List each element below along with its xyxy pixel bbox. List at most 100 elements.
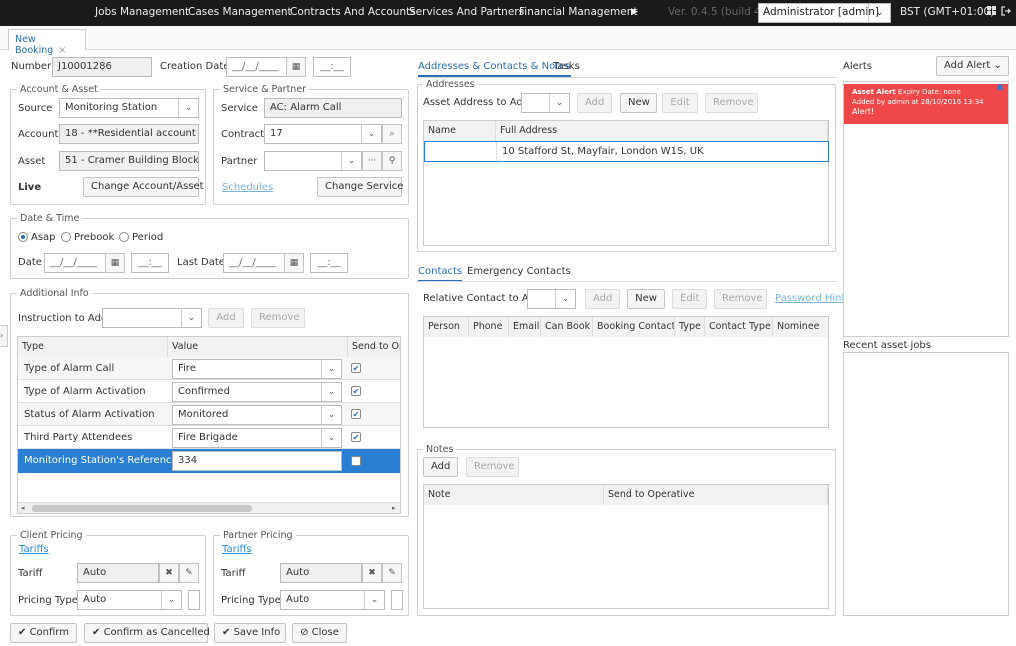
close-button[interactable]: ⊘ Close <box>292 623 347 643</box>
note-remove-button[interactable]: Remove <box>466 457 519 477</box>
table-row[interactable]: Type of Alarm Call Fire ⌄ ✔ <box>18 357 400 380</box>
client-pricing-extra-field[interactable] <box>188 590 200 610</box>
time-input[interactable]: __:__ <box>131 253 169 273</box>
user-select[interactable]: Administrator [admin] ⌄ <box>758 3 891 23</box>
save-info-button[interactable]: ✔ Save Info <box>214 623 286 643</box>
table-row[interactable]: Third Party Attendees Fire Brigade ⌄ ✔ <box>18 426 400 449</box>
close-icon[interactable]: × <box>58 45 66 56</box>
column-header-type: Type <box>675 317 705 337</box>
row-value-select[interactable]: Fire ⌄ <box>172 359 342 379</box>
horizontal-scrollbar[interactable]: ◂ ▸ <box>18 502 400 513</box>
contact-add-button[interactable]: Add <box>585 289 620 309</box>
asap-radio[interactable]: Asap <box>18 232 56 243</box>
address-add-button[interactable]: Add <box>577 93 612 113</box>
more-icon[interactable]: ··· <box>362 151 382 171</box>
contract-value: 17 <box>270 128 283 139</box>
last-date-input[interactable]: __/__/____ <box>223 253 285 273</box>
date-input[interactable]: __/__/____ <box>44 253 106 273</box>
pencil-icon[interactable]: ✎ <box>179 563 199 583</box>
partner-pricing-type-select[interactable]: Auto ⌄ <box>280 590 385 610</box>
partner-select[interactable]: ⌄ <box>264 151 362 171</box>
nav-cases-management[interactable]: Cases Management <box>188 6 292 18</box>
search-icon[interactable]: ⌕ <box>382 124 402 144</box>
confirm-cancelled-button[interactable]: ✔ Confirm as Cancelled <box>84 623 210 643</box>
nav-financial-management[interactable]: Financial Management <box>519 6 637 18</box>
row-value-select[interactable]: Confirmed ⌄ <box>172 382 342 402</box>
row-value-select[interactable]: Monitored ⌄ <box>172 405 342 425</box>
clear-icon[interactable]: ✖ <box>159 563 179 583</box>
source-value: Monitoring Station <box>65 102 158 113</box>
confirm-button[interactable]: ✔ Confirm <box>10 623 77 643</box>
instruction-remove-button[interactable]: Remove <box>251 308 305 328</box>
logout-icon[interactable] <box>1001 6 1011 19</box>
nav-services-and-partners[interactable]: Services And Partners <box>409 6 524 18</box>
client-tariffs-link[interactable]: Tariffs <box>19 544 49 555</box>
tab-emergency-contacts[interactable]: Emergency Contacts <box>467 266 571 277</box>
row-value-select[interactable]: Fire Brigade ⌄ <box>172 428 342 448</box>
location-pin-icon[interactable]: ⚲ <box>382 151 402 171</box>
nav-jobs-management[interactable]: Jobs Management <box>95 6 189 18</box>
checkbox-checked-icon[interactable]: ✔ <box>351 363 361 373</box>
chevron-down-icon: ⌄ <box>178 99 198 117</box>
cell-divider <box>496 142 497 161</box>
play-icon[interactable]: ▶ <box>631 7 638 17</box>
password-hint-link[interactable]: Password Hint <box>775 293 845 304</box>
table-row[interactable]: Type of Alarm Activation Confirmed ⌄ ✔ <box>18 380 400 403</box>
chevron-down-icon: ⌄ <box>321 383 341 401</box>
table-row[interactable]: 10 Stafford St, Mayfair, London W1S, UK <box>424 141 829 162</box>
asset-alert-card[interactable]: Asset Alert Expiry Date: none Added by a… <box>844 84 1008 124</box>
checkbox-checked-icon[interactable]: ✔ <box>351 386 361 396</box>
address-edit-button[interactable]: Edit <box>662 93 698 113</box>
tab-tasks[interactable]: Tasks <box>553 61 580 72</box>
scrollbar-thumb[interactable] <box>32 505 252 512</box>
asset-address-select[interactable]: ⌄ <box>521 93 570 113</box>
pencil-icon[interactable]: ✎ <box>382 563 402 583</box>
source-select[interactable]: Monitoring Station ⌄ <box>59 98 199 118</box>
addresses-table: Name Full Address 10 Stafford St, Mayfai… <box>423 120 829 246</box>
checkbox-checked-icon[interactable]: ✔ <box>351 409 361 419</box>
close-icon[interactable]: ✖ <box>996 84 1004 94</box>
creation-date-input[interactable]: __/__/____ <box>226 57 288 77</box>
calendar-icon[interactable]: ▦ <box>284 253 304 273</box>
contact-remove-button[interactable]: Remove <box>714 289 767 309</box>
calendar-icon[interactable]: ▦ <box>286 57 306 77</box>
relative-contact-select[interactable]: ⌄ <box>527 289 576 309</box>
instruction-select[interactable]: ⌄ <box>102 308 202 328</box>
reference-input[interactable]: 334 <box>172 451 342 471</box>
chevron-right-icon[interactable]: › <box>0 325 8 347</box>
clear-icon[interactable]: ✖ <box>362 563 382 583</box>
add-alert-button[interactable]: Add Alert ⌄ <box>936 56 1009 76</box>
contact-new-button[interactable]: New <box>627 289 665 309</box>
contact-edit-button[interactable]: Edit <box>672 289 707 309</box>
checkbox-icon[interactable] <box>351 456 361 466</box>
nav-contracts-and-accounts[interactable]: Contracts And Accounts <box>290 6 416 18</box>
scroll-right-icon[interactable]: ▸ <box>392 504 396 512</box>
client-tariff-field: Auto <box>77 563 159 583</box>
schedules-link[interactable]: Schedules <box>222 182 273 193</box>
table-row-selected[interactable]: Monitoring Station's Reference 334 <box>18 449 400 473</box>
partner-tariffs-link[interactable]: Tariffs <box>222 544 252 555</box>
change-account-asset-button[interactable]: Change Account/Asset <box>83 177 204 197</box>
tab-addresses-contacts-notes[interactable]: Addresses & Contacts & Notes <box>418 61 571 77</box>
calendar-icon[interactable]: ▦ <box>105 253 125 273</box>
note-add-button[interactable]: Add <box>423 457 458 477</box>
partner-pricing-extra-field[interactable] <box>391 590 403 610</box>
client-pricing-type-select[interactable]: Auto ⌄ <box>77 590 182 610</box>
checkbox-checked-icon[interactable]: ✔ <box>351 432 361 442</box>
tab-divider <box>416 281 837 282</box>
contract-select[interactable]: 17 ⌄ <box>264 124 382 144</box>
scroll-left-icon[interactable]: ◂ <box>21 504 25 512</box>
tab-new-booking[interactable]: New Booking × <box>8 29 86 56</box>
address-new-button[interactable]: New <box>620 93 657 113</box>
instruction-add-button[interactable]: Add <box>208 308 244 328</box>
tab-contacts[interactable]: Contacts <box>418 266 463 282</box>
prebook-radio[interactable]: Prebook <box>61 232 114 243</box>
table-row[interactable]: Status of Alarm Activation Monitored ⌄ ✔ <box>18 403 400 426</box>
address-remove-button[interactable]: Remove <box>705 93 758 113</box>
creation-time-input[interactable]: __:__ <box>313 57 351 77</box>
change-service-button[interactable]: Change Service <box>317 177 403 197</box>
last-time-input[interactable]: __:__ <box>310 253 348 273</box>
period-radio[interactable]: Period <box>119 232 163 243</box>
grid-icon[interactable] <box>987 6 996 18</box>
row-address: 10 Stafford St, Mayfair, London W1S, UK <box>502 146 704 157</box>
